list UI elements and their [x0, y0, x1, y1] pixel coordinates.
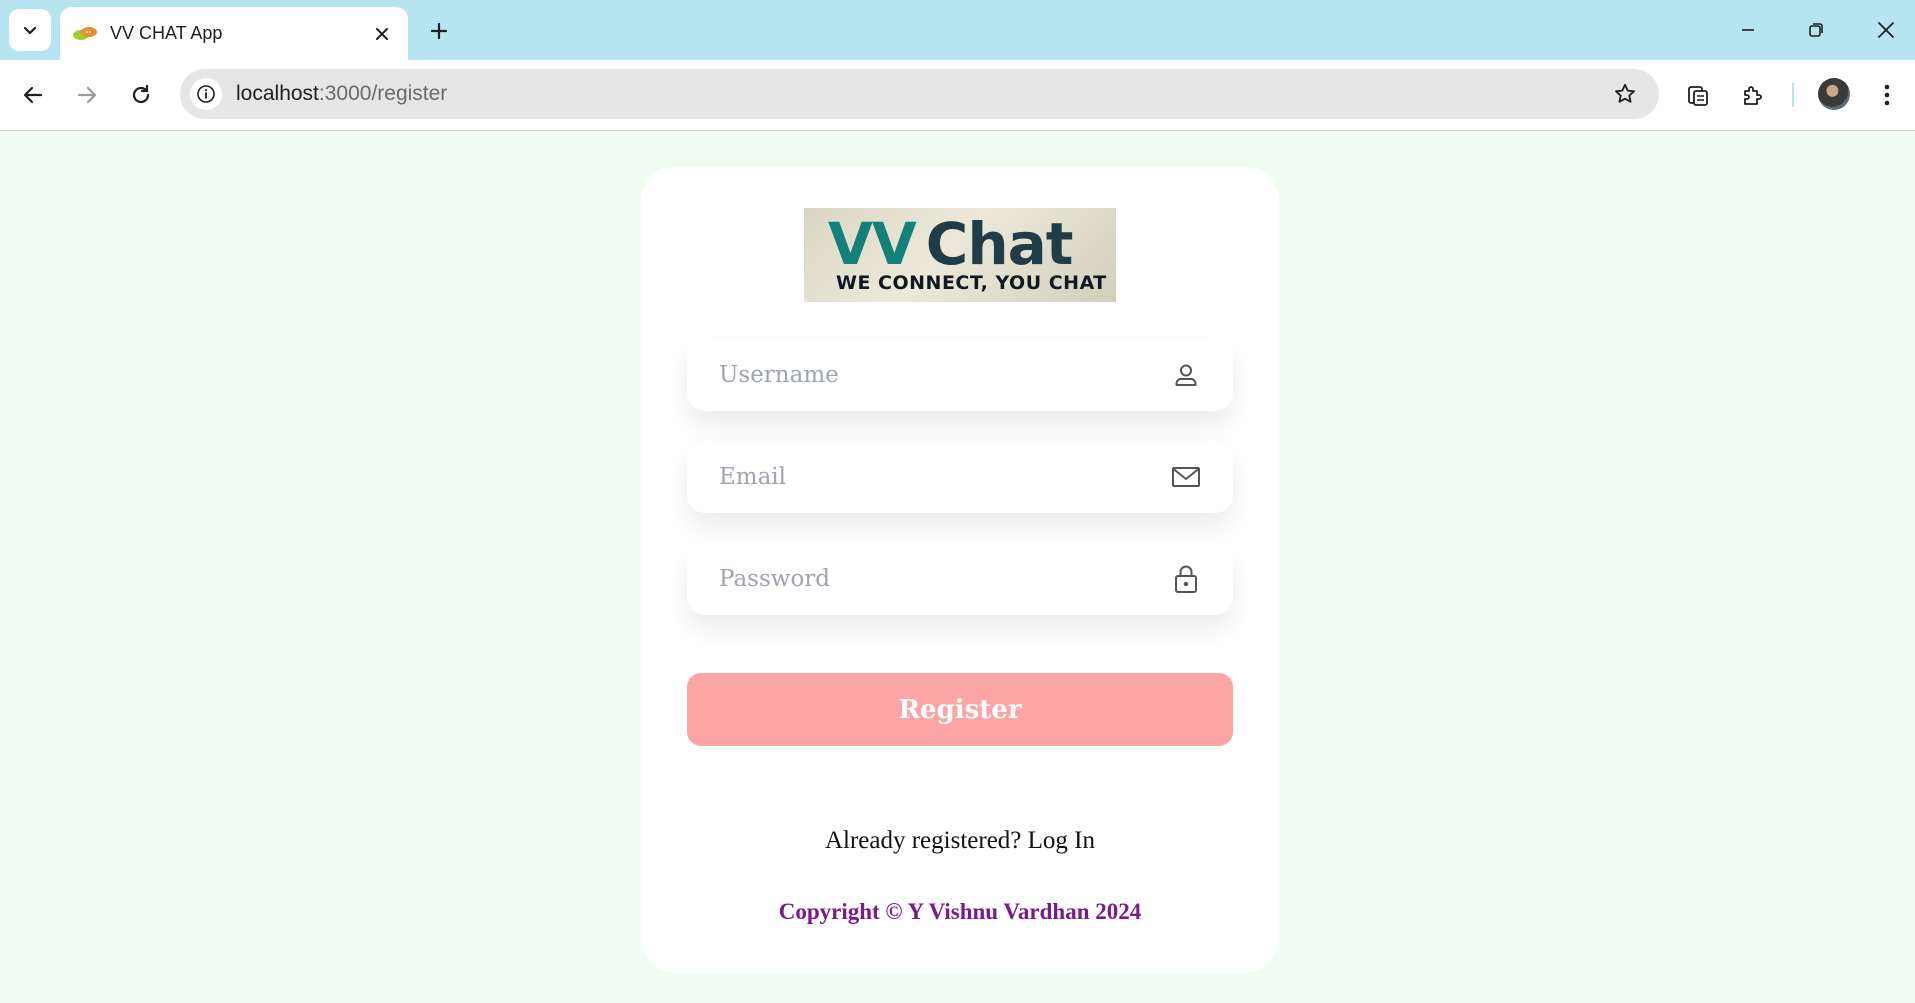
back-button[interactable] [16, 78, 50, 112]
back-icon [23, 86, 43, 104]
tab-strip: VV CHAT App [0, 0, 1915, 60]
more-vert-icon [1884, 84, 1890, 106]
login-prompt: Already registered? Log In [641, 827, 1279, 855]
register-card: VVChat WE CONNECT, YOU CHAT Register Alr… [641, 167, 1279, 973]
menu-button[interactable] [1870, 78, 1904, 112]
address-bar[interactable]: localhost:3000/register [180, 69, 1659, 119]
email-field [687, 441, 1233, 513]
url-host: localhost [236, 82, 319, 105]
active-tab[interactable]: VV CHAT App [60, 7, 408, 60]
site-info-icon[interactable] [190, 78, 222, 110]
close-icon[interactable] [370, 22, 394, 46]
lock-icon [1169, 562, 1203, 596]
reload-icon [132, 84, 150, 104]
restore-icon [1809, 23, 1823, 37]
star-icon[interactable] [1609, 78, 1641, 110]
password-field [687, 543, 1233, 615]
password-input[interactable] [717, 548, 1169, 610]
chevron-down-icon [23, 26, 37, 35]
login-prompt-text: Already registered? [824, 827, 1022, 854]
login-link[interactable]: Log In [1028, 827, 1095, 854]
restore-button[interactable] [1800, 14, 1832, 46]
brand-logo: VV Chat WE CONNECT, YOU CHAT [804, 208, 1116, 302]
close-window-button[interactable] [1870, 14, 1902, 46]
forward-button[interactable] [70, 78, 104, 112]
reload-button[interactable] [124, 78, 158, 112]
favicon-icon [72, 24, 98, 44]
url-text[interactable]: localhost:3000/register [236, 82, 1609, 106]
logo-vv: VV [828, 210, 917, 278]
user-icon [1169, 358, 1203, 392]
logo-wordmark: VV Chat [828, 210, 1074, 278]
minimize-button[interactable] [1732, 14, 1764, 46]
logo-tagline: WE CONNECT, YOU CHAT [836, 272, 1107, 294]
copyright-text: Copyright © Y Vishnu Vardhan 2024 [778, 899, 1142, 924]
url-path: :3000/register [318, 82, 448, 105]
minimize-icon [1742, 29, 1754, 31]
username-input[interactable] [717, 344, 1169, 406]
email-input[interactable] [717, 446, 1169, 508]
close-icon [1878, 22, 1894, 38]
register-button[interactable]: Register [687, 673, 1233, 746]
avatar[interactable] [1818, 78, 1850, 110]
toolbar-divider [1792, 83, 1794, 107]
browser-toolbar: localhost:3000/register [0, 60, 1915, 131]
username-field [687, 339, 1233, 411]
extensions-icon[interactable] [1736, 78, 1770, 112]
tab-title: VV CHAT App [110, 23, 223, 43]
logo-chat: Chat [925, 210, 1074, 278]
plus-icon [430, 22, 448, 40]
forward-icon [77, 86, 97, 104]
mail-icon [1169, 460, 1203, 494]
tab-list-button[interactable] [9, 9, 51, 51]
new-tab-button[interactable] [424, 16, 454, 46]
tab-search-icon[interactable] [1681, 78, 1715, 112]
